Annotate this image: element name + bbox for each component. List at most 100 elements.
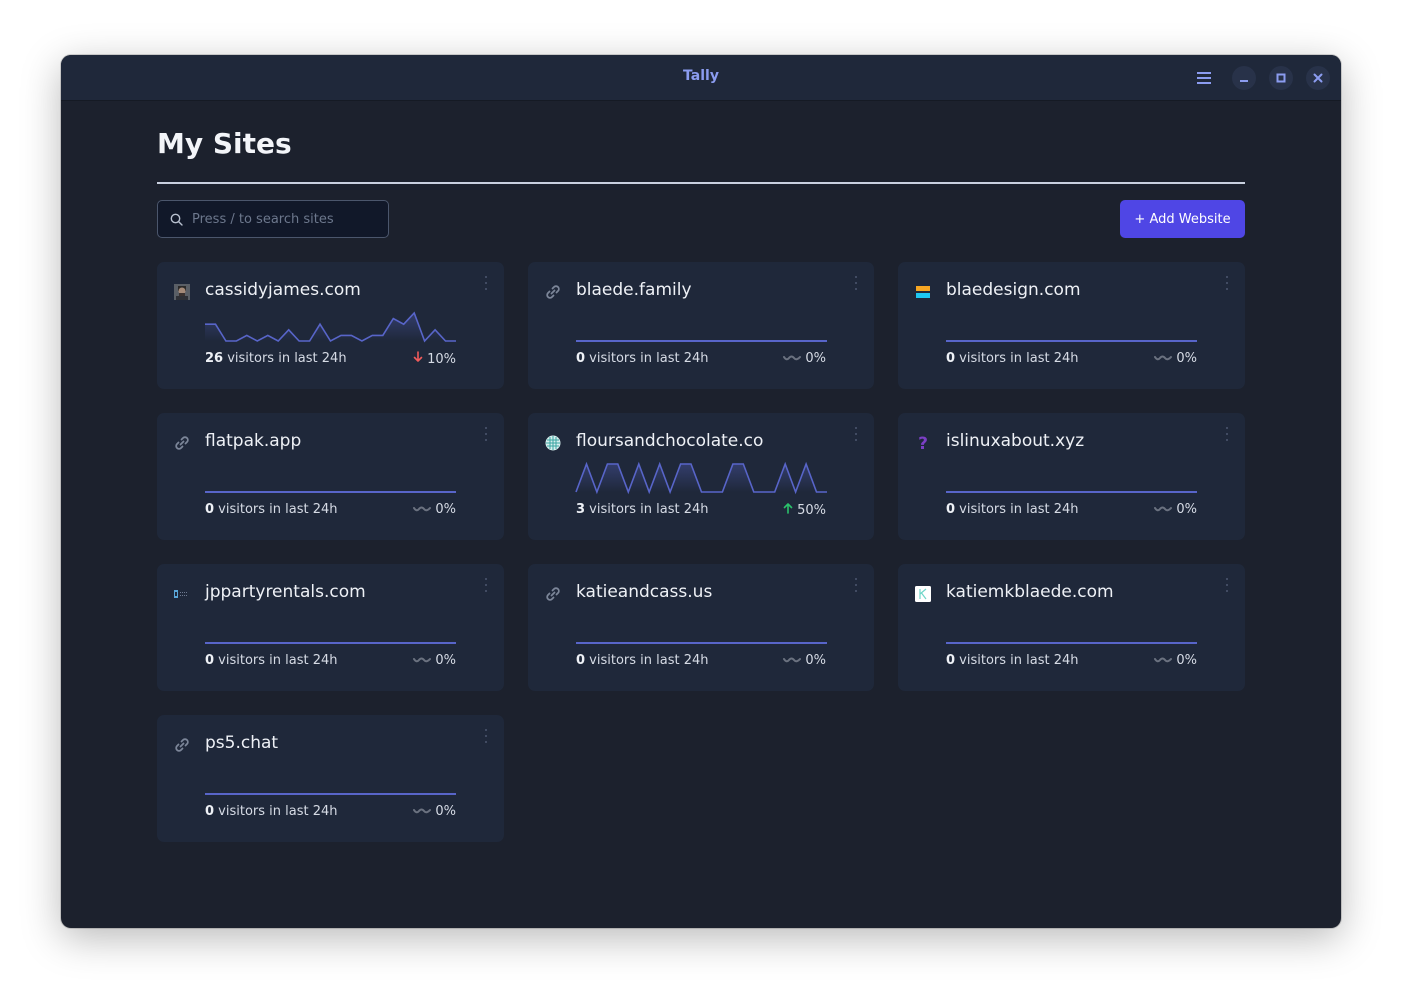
visitor-count-value: 3	[576, 502, 586, 517]
link-icon	[544, 585, 562, 603]
site-card-floursandchocolate-co[interactable]: floursandchocolate.co 3 visitors in last…	[528, 413, 874, 540]
site-name[interactable]: katieandcass.us	[576, 582, 712, 602]
site-card-ps5-chat[interactable]: ps5.chat 0 visitors in last 24h 0%	[157, 715, 504, 842]
visitor-count-label: visitors in last 24h	[955, 653, 1079, 668]
trend-flat-wave-icon	[1154, 502, 1173, 517]
visitor-count: 0 visitors in last 24h	[205, 653, 338, 668]
trend-percent: 0%	[435, 653, 456, 668]
search-input[interactable]	[190, 210, 384, 228]
visitor-count: 0 visitors in last 24h	[576, 653, 709, 668]
visitor-count-label: visitors in last 24h	[214, 804, 338, 819]
site-name[interactable]: blaedesign.com	[946, 280, 1081, 300]
visitor-sparkline	[946, 340, 1197, 342]
site-card-flatpak-app[interactable]: flatpak.app 0 visitors in last 24h 0%	[157, 413, 504, 540]
trend-indicator: 10%	[413, 351, 456, 367]
link-icon	[173, 434, 191, 452]
main-menu-button[interactable]	[1192, 66, 1216, 90]
visitor-sparkline	[575, 461, 827, 495]
trend-flat-wave-icon	[1154, 351, 1173, 366]
trend-indicator: 0%	[1154, 502, 1197, 517]
window-title: Tally	[683, 68, 719, 84]
sites-grid: cassidyjames.com 26 visitors in last 24h…	[157, 262, 1245, 842]
visitor-sparkline	[205, 642, 456, 644]
visitor-count-value: 0	[205, 502, 215, 517]
visitor-sparkline	[205, 311, 456, 343]
trend-indicator: 0%	[783, 351, 826, 366]
site-name[interactable]: flatpak.app	[205, 431, 301, 451]
search-box[interactable]	[157, 200, 389, 238]
site-options-button[interactable]	[852, 427, 860, 441]
trend-flat-wave-icon	[1154, 653, 1173, 668]
page-title: My Sites	[157, 127, 292, 160]
visitor-count-label: visitors in last 24h	[214, 502, 338, 517]
site-avatar-icon	[173, 283, 191, 301]
add-website-button[interactable]: + Add Website	[1120, 200, 1245, 238]
visitor-count-label: visitors in last 24h	[585, 502, 709, 517]
trend-percent: 0%	[1176, 653, 1197, 668]
site-options-button[interactable]	[1223, 276, 1231, 290]
jppartyrentals-logo-icon	[173, 585, 191, 603]
trend-percent: 0%	[805, 351, 826, 366]
site-card-islinuxabout-xyz[interactable]: ? islinuxabout.xyz 0 visitors in last 24…	[898, 413, 1245, 540]
site-name[interactable]: jppartyrentals.com	[205, 582, 366, 602]
visitor-count-label: visitors in last 24h	[955, 351, 1079, 366]
trend-percent: 50%	[797, 502, 826, 518]
visitor-count: 0 visitors in last 24h	[205, 502, 338, 517]
site-options-button[interactable]	[482, 729, 490, 743]
visitor-count-label: visitors in last 24h	[223, 351, 347, 366]
question-icon: ?	[914, 434, 932, 452]
site-card-katieandcass-us[interactable]: katieandcass.us 0 visitors in last 24h 0…	[528, 564, 874, 691]
visitor-sparkline	[205, 491, 456, 493]
trend-down-arrow-icon	[413, 351, 423, 367]
site-name[interactable]: cassidyjames.com	[205, 280, 361, 300]
visitor-count: 3 visitors in last 24h	[576, 502, 709, 517]
site-name[interactable]: floursandchocolate.co	[576, 431, 763, 451]
visitor-sparkline	[576, 642, 827, 644]
site-card-jppartyrentals-com[interactable]: jppartyrentals.com 0 visitors in last 24…	[157, 564, 504, 691]
visitor-count-label: visitors in last 24h	[585, 351, 709, 366]
trend-flat-wave-icon	[413, 804, 432, 819]
visitor-count: 0 visitors in last 24h	[576, 351, 709, 366]
site-card-blaede-family[interactable]: blaede.family 0 visitors in last 24h 0%	[528, 262, 874, 389]
maximize-button[interactable]	[1269, 66, 1293, 90]
visitor-count: 26 visitors in last 24h	[205, 351, 347, 366]
trend-indicator: 0%	[1154, 351, 1197, 366]
minimize-icon	[1240, 80, 1248, 82]
trend-percent: 0%	[805, 653, 826, 668]
site-options-button[interactable]	[482, 276, 490, 290]
minimize-button[interactable]	[1232, 66, 1256, 90]
titlebar[interactable]: Tally	[61, 55, 1341, 101]
visitor-count-label: visitors in last 24h	[955, 502, 1079, 517]
visitor-count: 0 visitors in last 24h	[205, 804, 338, 819]
letter-k-logo-icon	[914, 585, 932, 603]
site-card-katiemkblaede-com[interactable]: katiemkblaede.com 0 visitors in last 24h…	[898, 564, 1245, 691]
header-divider	[157, 182, 1245, 184]
app-window: Tally My Sites Press / to search sites +…	[61, 55, 1341, 928]
visitor-count: 0 visitors in last 24h	[946, 502, 1079, 517]
search-icon	[170, 213, 183, 226]
trend-percent: 0%	[1176, 351, 1197, 366]
site-name[interactable]: ps5.chat	[205, 733, 278, 753]
blaedesign-logo-icon	[914, 283, 932, 301]
site-options-button[interactable]	[852, 276, 860, 290]
trend-up-arrow-icon	[783, 502, 793, 518]
site-options-button[interactable]	[1223, 578, 1231, 592]
trend-percent: 0%	[435, 502, 456, 517]
site-card-cassidyjames-com[interactable]: cassidyjames.com 26 visitors in last 24h…	[157, 262, 504, 389]
trend-indicator: 0%	[413, 653, 456, 668]
site-name[interactable]: blaede.family	[576, 280, 692, 300]
site-options-button[interactable]	[482, 427, 490, 441]
site-options-button[interactable]	[1223, 427, 1231, 441]
close-icon	[1313, 73, 1323, 83]
site-options-button[interactable]	[852, 578, 860, 592]
trend-indicator: 0%	[783, 653, 826, 668]
site-name[interactable]: islinuxabout.xyz	[946, 431, 1084, 451]
trend-percent: 0%	[1176, 502, 1197, 517]
site-options-button[interactable]	[482, 578, 490, 592]
globe-icon	[544, 434, 562, 452]
site-card-blaedesign-com[interactable]: blaedesign.com 0 visitors in last 24h 0%	[898, 262, 1245, 389]
trend-flat-wave-icon	[413, 502, 432, 517]
close-button[interactable]	[1306, 66, 1330, 90]
trend-indicator: 0%	[413, 502, 456, 517]
site-name[interactable]: katiemkblaede.com	[946, 582, 1114, 602]
